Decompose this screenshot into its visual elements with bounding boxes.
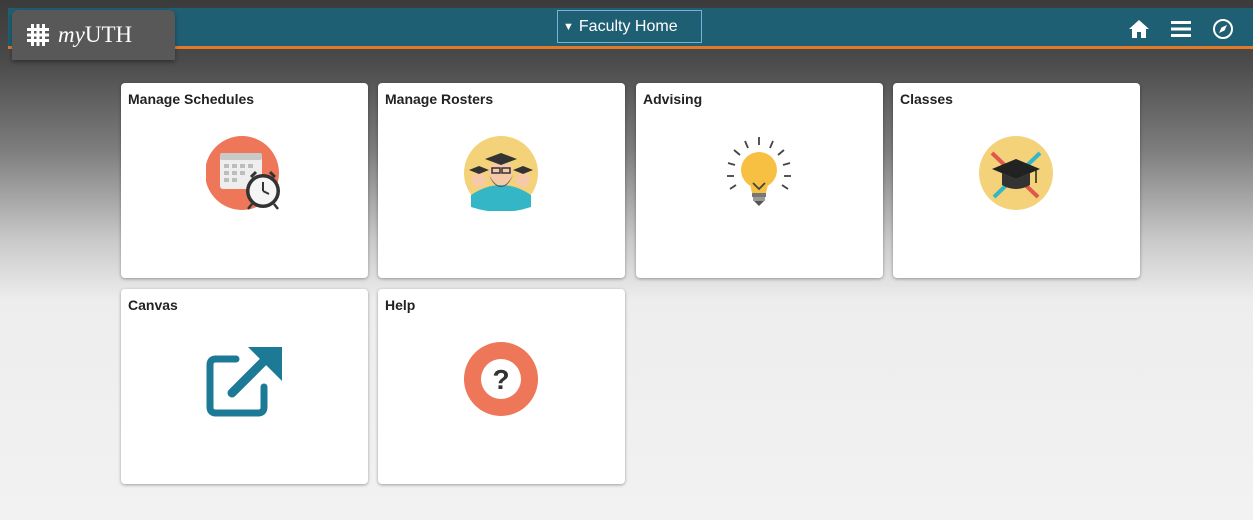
tile-manage-rosters[interactable]: Manage Rosters — [378, 83, 625, 278]
external-link-icon — [206, 347, 282, 417]
tile-title: Manage Schedules — [128, 91, 255, 107]
home-button[interactable] — [1127, 17, 1151, 41]
brand-tab[interactable]: myUTH — [12, 10, 175, 60]
tile-title: Help — [385, 297, 416, 313]
hamburger-icon — [1171, 21, 1191, 37]
brand-name: myUTH — [58, 22, 133, 47]
home-icon — [1129, 20, 1149, 38]
svg-text:?: ? — [492, 364, 509, 395]
menu-button[interactable] — [1169, 17, 1193, 41]
students-icon — [464, 136, 538, 211]
compass-icon — [1213, 19, 1233, 39]
calendar-clock-icon — [206, 136, 280, 210]
tile-canvas[interactable]: Canvas — [121, 289, 368, 484]
dropdown-label: Faculty Home — [578, 17, 678, 35]
tile-advising[interactable]: Advising — [636, 83, 883, 278]
caret-down-icon: ▼ — [563, 20, 574, 33]
navbar-button[interactable] — [1211, 17, 1235, 41]
tile-help[interactable]: Help ? — [378, 289, 625, 484]
utd-logo-icon — [27, 24, 49, 46]
tile-title: Canvas — [128, 297, 178, 313]
tile-manage-schedules[interactable]: Manage Schedules — [121, 83, 368, 278]
tile-title: Classes — [900, 91, 953, 107]
tile-classes[interactable]: Classes — [893, 83, 1140, 278]
lightbulb-icon — [727, 137, 791, 206]
tile-title: Manage Rosters — [385, 91, 494, 107]
faculty-home-dropdown[interactable]: ▼ Faculty Home — [557, 10, 702, 43]
header-actions — [1127, 14, 1253, 44]
graduation-cap-icon — [979, 136, 1053, 210]
question-icon: ? — [464, 342, 538, 416]
tile-title: Advising — [643, 91, 703, 107]
